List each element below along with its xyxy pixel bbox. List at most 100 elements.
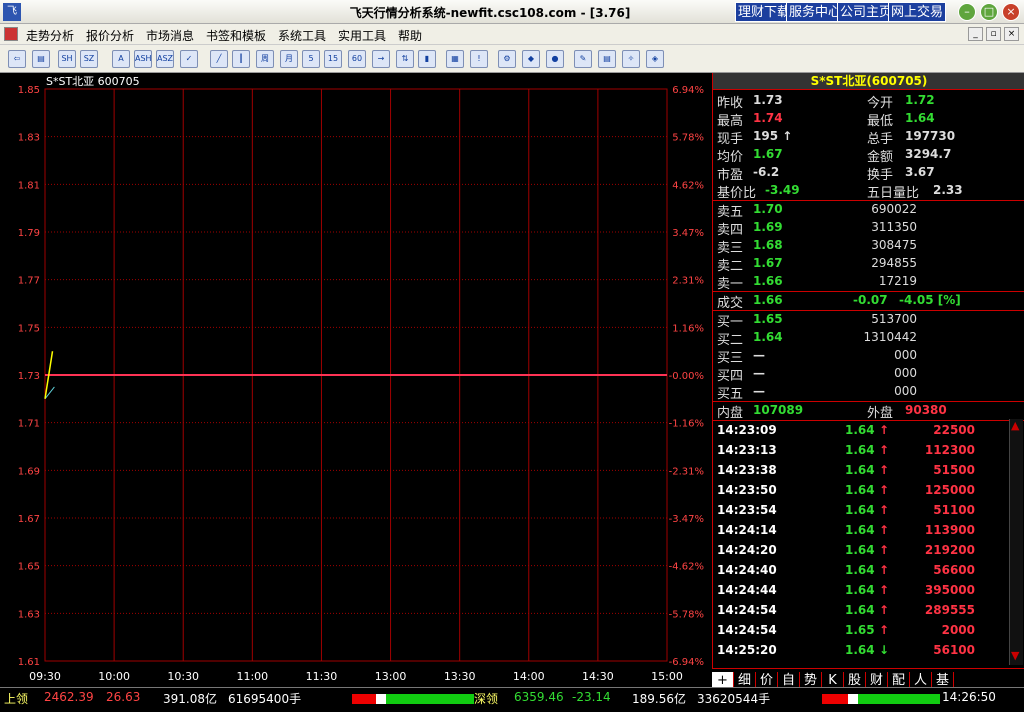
grid-icon[interactable]: ▦ [446, 50, 464, 68]
tick-volume: 395000 [924, 583, 975, 597]
tools-icon[interactable]: ✧ [622, 50, 640, 68]
menu-bookmarks-templates[interactable]: 书签和模板 [206, 27, 266, 44]
tick-price: 1.64 [845, 423, 875, 437]
settings-icon[interactable]: ⚙ [498, 50, 516, 68]
y-tick-label: 1.71 [18, 419, 40, 430]
sh-change: 26.63 [106, 690, 141, 704]
bar-chart-icon[interactable]: ▮ [418, 50, 436, 68]
mdi-close-icon[interactable]: × [1004, 27, 1019, 41]
sz-label: 深领 [474, 692, 499, 706]
alert-icon[interactable]: ! [470, 50, 488, 68]
intraday-chart-panel[interactable]: S*ST北亚 600705 1.85 6.94% 1.83 5.78% 1.81 4.62%… [0, 73, 712, 687]
tick-time: 14:24:44 [717, 583, 777, 597]
y-tick-label: 1.63 [18, 609, 40, 620]
ash-icon[interactable]: ASH [134, 50, 152, 68]
sh-label: 上领 [4, 692, 29, 706]
filter-icon[interactable]: ◆ [522, 50, 540, 68]
quote-label: 均价 [717, 150, 744, 165]
quote-label: 最高 [717, 114, 744, 129]
quicklink-download[interactable]: 理财下载 [735, 2, 794, 22]
divider [713, 291, 1024, 292]
notes-icon[interactable]: ✎ [574, 50, 592, 68]
y-tick-label: 1.65 [18, 562, 40, 573]
plugin-icon[interactable]: ◈ [646, 50, 664, 68]
bid-level-label: 买四 [717, 369, 744, 384]
tick-volume: 112300 [924, 443, 975, 457]
divider [713, 200, 1024, 201]
quote-panel: S*ST北亚(600705) 昨收 1.73 今开 1.72 最高 1.74 最低 1.64 现… [712, 73, 1024, 687]
quicklink-homepage[interactable]: 公司主页 [837, 2, 896, 22]
mdi-minimize-icon[interactable]: _ [968, 27, 983, 41]
bid-level-label: 买一 [717, 315, 744, 330]
doc-icon[interactable] [4, 27, 18, 41]
tick-volume: 56100 [933, 643, 975, 657]
quote-label: 现手 [717, 132, 744, 147]
bid-level-label: 买五 [717, 387, 744, 402]
menu-quote-analysis[interactable]: 报价分析 [86, 27, 134, 44]
x-tick-label: 10:00 [98, 670, 130, 683]
y-pct-tick-label: 3.47% [672, 228, 704, 239]
scroll-up-icon[interactable]: ▲ [1011, 419, 1019, 432]
stop-icon[interactable]: ● [546, 50, 564, 68]
compare-icon[interactable]: ⇅ [396, 50, 414, 68]
app-icon[interactable]: 飞 [3, 3, 21, 21]
x-tick-label: 13:30 [444, 670, 476, 683]
arrow-tool-icon[interactable]: → [372, 50, 390, 68]
ask-volume: 690022 [871, 202, 917, 216]
y-tick-label: 1.85 [18, 85, 40, 96]
report-icon[interactable]: ▤ [598, 50, 616, 68]
menu-system-tools[interactable]: 系统工具 [278, 27, 326, 44]
bid-volume: 000 [894, 366, 917, 380]
tick-price: 1.64 [845, 483, 875, 497]
divider [713, 310, 1024, 311]
mdi-restore-icon[interactable]: ▫ [986, 27, 1001, 41]
a-share-icon[interactable]: A [112, 50, 130, 68]
sh-bar-up [352, 694, 376, 704]
close-icon[interactable]: × [1002, 3, 1020, 21]
outer-volume-label: 外盘 [867, 406, 894, 421]
trend-chart-icon[interactable]: ╱ [210, 50, 228, 68]
quote-value: 197730 [905, 129, 956, 143]
sh-index-icon[interactable]: SH [58, 50, 76, 68]
menu-help[interactable]: 帮助 [398, 27, 422, 44]
tick-direction-icon: ↑ [879, 563, 890, 577]
intraday-chart[interactable]: S*ST北亚 600705 1.85 6.94% 1.83 5.78% 1.81 4.62%… [0, 73, 712, 687]
ask-volume: 17219 [878, 274, 917, 288]
menu-bar: 走势分析 报价分析 市场消息 书签和模板 系统工具 实用工具 帮助 _ ▫ × [0, 24, 1024, 45]
quote-value: 1.74 [753, 111, 783, 125]
back-icon[interactable]: ⇦ [8, 50, 26, 68]
five-min-chart-icon[interactable]: 5 [302, 50, 320, 68]
sh-volume: 61695400手 [228, 692, 302, 706]
quicklink-service[interactable]: 服务中心 [786, 2, 845, 22]
tick-direction-icon: ↑ [879, 623, 890, 637]
y-tick-label: 1.77 [18, 276, 40, 287]
scroll-down-icon[interactable]: ▼ [1011, 649, 1019, 662]
y-tick-label: 1.81 [18, 180, 40, 191]
tick-time: 14:24:54 [717, 623, 777, 637]
candle-icon[interactable]: ┃ [232, 50, 250, 68]
sz-bar-flat [848, 694, 858, 704]
tick-scrollbar[interactable]: ▲ ▼ [1009, 419, 1023, 665]
menu-trend-analysis[interactable]: 走势分析 [26, 27, 74, 44]
sz-index-icon[interactable]: SZ [80, 50, 98, 68]
panel-icon[interactable]: ▤ [32, 50, 50, 68]
ask-price: 1.67 [753, 256, 783, 270]
asz-icon[interactable]: ASZ [156, 50, 174, 68]
quote-label: 市盈 [717, 168, 744, 183]
ask-price: 1.70 [753, 202, 783, 216]
x-tick-label: 15:00 [651, 670, 683, 683]
monthly-chart-icon[interactable]: 月 [280, 50, 298, 68]
menu-market-news[interactable]: 市场消息 [146, 27, 194, 44]
sixty-min-chart-icon[interactable]: 60 [348, 50, 366, 68]
maximize-icon[interactable]: □ [980, 3, 998, 21]
fifteen-min-chart-icon[interactable]: 15 [324, 50, 342, 68]
menu-utilities[interactable]: 实用工具 [338, 27, 386, 44]
check-icon[interactable]: ✓ [180, 50, 198, 68]
quicklink-trade[interactable]: 网上交易 [888, 2, 947, 22]
y-tick-label: 1.73 [18, 371, 40, 382]
outer-volume: 90380 [905, 403, 947, 417]
weekly-chart-icon[interactable]: 周 [256, 50, 274, 68]
bid-volume: 000 [894, 348, 917, 362]
minimize-icon[interactable]: – [958, 3, 976, 21]
x-tick-label: 11:30 [306, 670, 338, 683]
